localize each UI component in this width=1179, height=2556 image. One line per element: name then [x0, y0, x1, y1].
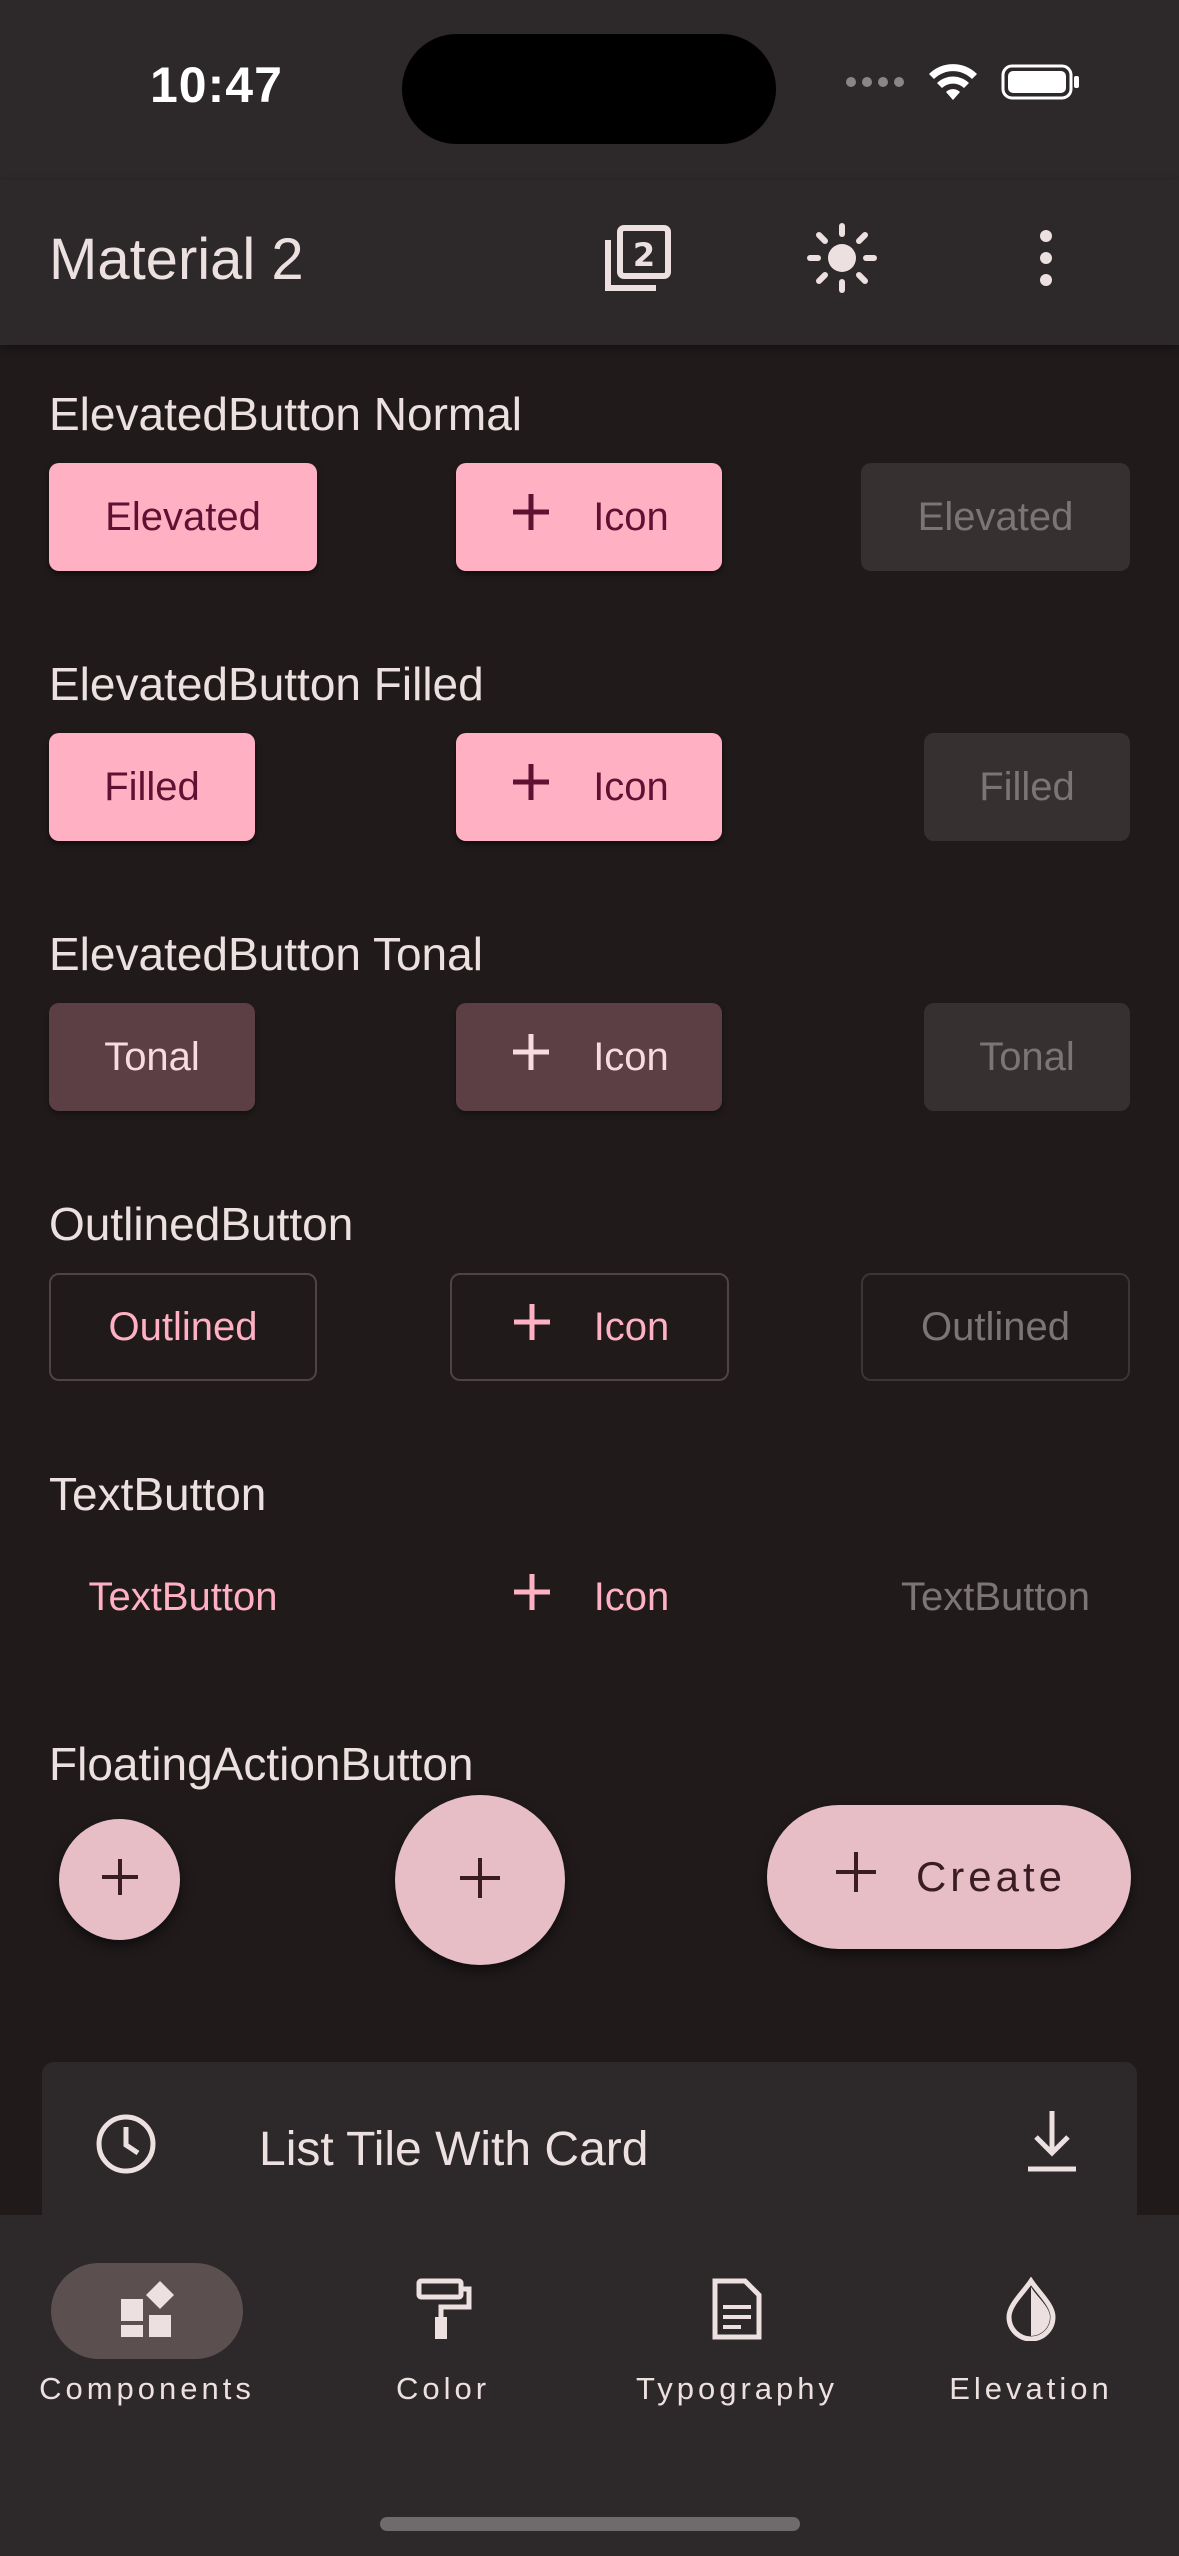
- plus-icon: [98, 1855, 142, 1904]
- nav-item-typography[interactable]: Typography: [622, 2263, 852, 2407]
- section-title-text-button: TextButton: [49, 1468, 267, 1520]
- button-label: Filled: [104, 764, 200, 809]
- button-label: Outlined: [921, 1304, 1070, 1349]
- button-label: Tonal: [979, 1034, 1075, 1079]
- button-label: Tonal: [104, 1034, 200, 1079]
- plus-icon: [509, 1030, 553, 1084]
- button-label: Icon: [593, 1304, 670, 1349]
- app-bar: Material 2 2: [0, 180, 1179, 345]
- plus-icon: [510, 1570, 554, 1624]
- text-icon-button[interactable]: Icon: [450, 1543, 729, 1651]
- download-icon[interactable]: [1022, 2107, 1082, 2182]
- nav-label: Color: [395, 2371, 491, 2406]
- dynamic-island: [402, 34, 776, 144]
- battery-icon: [1001, 62, 1081, 107]
- plus-icon: [510, 1300, 554, 1354]
- material-version-icon[interactable]: 2: [598, 218, 678, 298]
- filled-button[interactable]: Filled: [49, 733, 255, 841]
- nav-indicator: [347, 2263, 539, 2359]
- large-fab[interactable]: [395, 1795, 565, 1965]
- tonal-icon-button[interactable]: Icon: [456, 1003, 722, 1111]
- paint-roller-icon: [413, 2277, 473, 2346]
- plus-icon: [832, 1848, 880, 1906]
- text-button-disabled: TextButton: [861, 1543, 1130, 1651]
- section-title-fab: FloatingActionButton: [49, 1738, 474, 1790]
- nav-label: Elevation: [949, 2371, 1113, 2406]
- nav-indicator: [51, 2263, 243, 2359]
- filled-button-disabled: Filled: [924, 733, 1130, 841]
- outlined-icon-button[interactable]: Icon: [450, 1273, 729, 1381]
- elevated-button[interactable]: Elevated: [49, 463, 317, 571]
- button-label: Elevated: [105, 494, 261, 539]
- section-title-elevated-tonal: ElevatedButton Tonal: [49, 928, 483, 980]
- plus-icon: [456, 1854, 504, 1907]
- opacity-drop-icon: [1003, 2275, 1059, 2346]
- plus-icon: [509, 760, 553, 814]
- button-label: Icon: [593, 1574, 670, 1619]
- section-title-elevated-normal: ElevatedButton Normal: [49, 388, 523, 440]
- home-indicator[interactable]: [380, 2517, 800, 2531]
- filled-icon-button[interactable]: Icon: [456, 733, 722, 841]
- status-icons: [845, 62, 1081, 107]
- widgets-icon: [117, 2279, 177, 2344]
- nav-indicator: [641, 2263, 833, 2359]
- button-label: Icon: [593, 1034, 669, 1079]
- button-label: TextButton: [900, 1574, 1090, 1619]
- list-tile-card[interactable]: List Tile With Card: [42, 2062, 1137, 2215]
- wifi-icon: [927, 62, 979, 107]
- status-bar: 10:47: [0, 0, 1179, 180]
- extended-fab-create[interactable]: Create: [767, 1805, 1131, 1949]
- section-title-elevated-filled: ElevatedButton Filled: [49, 658, 484, 710]
- bottom-navigation: Components Color Typography Elevation: [0, 2215, 1179, 2556]
- tonal-button-disabled: Tonal: [924, 1003, 1130, 1111]
- elevated-icon-button[interactable]: Icon: [456, 463, 722, 571]
- brightness-icon[interactable]: [802, 218, 882, 298]
- tonal-button[interactable]: Tonal: [49, 1003, 255, 1111]
- outlined-button[interactable]: Outlined: [49, 1273, 317, 1381]
- nav-label: Typography: [636, 2371, 838, 2406]
- fab-label: Create: [915, 1853, 1067, 1900]
- small-fab[interactable]: [59, 1819, 180, 1940]
- button-label: Icon: [593, 764, 669, 809]
- cellular-signal-icon: [845, 75, 905, 94]
- section-title-outlined: OutlinedButton: [49, 1198, 354, 1250]
- list-tile-title: List Tile With Card: [259, 2123, 649, 2176]
- elevated-button-disabled: Elevated: [861, 463, 1130, 571]
- button-label: TextButton: [88, 1574, 278, 1619]
- nav-item-elevation[interactable]: Elevation: [916, 2263, 1146, 2407]
- button-label: Outlined: [108, 1304, 258, 1349]
- clock-icon: [94, 2112, 158, 2181]
- nav-item-components[interactable]: Components: [32, 2263, 262, 2407]
- button-label: Elevated: [917, 494, 1074, 539]
- article-icon: [707, 2277, 767, 2346]
- button-label: Filled: [979, 764, 1075, 809]
- page-title: Material 2: [49, 227, 304, 292]
- more-vert-icon[interactable]: [1006, 218, 1086, 298]
- outlined-button-disabled: Outlined: [861, 1273, 1130, 1381]
- status-time: 10:47: [150, 57, 283, 113]
- components-list[interactable]: ElevatedButton Normal Elevated Icon Elev…: [0, 345, 1179, 2215]
- text-button[interactable]: TextButton: [49, 1543, 317, 1651]
- svg-text:2: 2: [633, 236, 655, 274]
- nav-label: Components: [39, 2371, 255, 2406]
- nav-indicator: [935, 2263, 1127, 2359]
- plus-icon: [509, 490, 553, 544]
- button-label: Icon: [593, 494, 669, 539]
- nav-item-color[interactable]: Color: [328, 2263, 558, 2407]
